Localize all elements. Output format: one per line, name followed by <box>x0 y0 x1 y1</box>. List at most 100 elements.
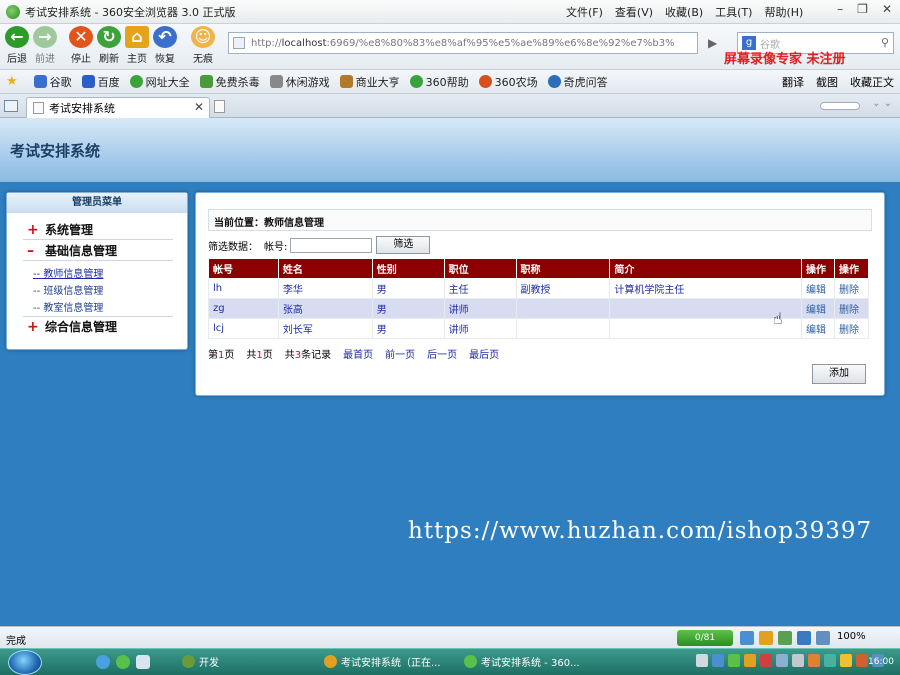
refresh-icon: ↻ <box>97 26 121 48</box>
menu-tools[interactable]: 工具(T) <box>715 4 752 20</box>
delete-link[interactable]: 删除 <box>833 298 870 319</box>
menu-item-teacher-info[interactable]: -- 教师信息管理 <box>33 265 103 280</box>
add-button[interactable]: 添加 <box>812 364 866 384</box>
account-filter-input[interactable] <box>290 237 373 253</box>
expand-plus-icon: + <box>27 221 39 238</box>
fav-hao[interactable]: 网址大全 <box>129 74 190 90</box>
fav-google[interactable]: 谷歌 <box>33 74 72 90</box>
forward-button[interactable]: → 前进 <box>30 26 60 65</box>
tab-scroll-handle[interactable] <box>820 102 860 110</box>
keyboard-icon[interactable] <box>696 654 708 667</box>
download-icon[interactable] <box>740 631 754 645</box>
new-tab-icon[interactable] <box>214 100 225 113</box>
tray-app-icon[interactable] <box>840 654 852 667</box>
fav-qihoo-qa[interactable]: 奇虎问答 <box>547 74 608 90</box>
last-page-link[interactable]: 最后页 <box>469 346 499 361</box>
favorites-star-icon[interactable]: ★ <box>6 74 18 89</box>
refresh-button[interactable]: ↻ 刷新 <box>94 26 124 65</box>
address-bar[interactable]: http://localhost:6969/%e8%80%83%e8%af%95… <box>228 32 698 54</box>
zoom-level[interactable]: 100% <box>837 631 866 642</box>
security-counter-badge[interactable]: 0/81 <box>677 630 733 646</box>
tray-app-icon[interactable] <box>808 654 820 667</box>
current-page: 第1页 <box>208 350 235 361</box>
fav-360farm[interactable]: 360农场 <box>478 74 538 90</box>
cell-position: 主任 <box>443 278 517 299</box>
cell-title <box>515 318 611 339</box>
sound-icon[interactable] <box>816 631 830 645</box>
edit-link[interactable]: 编辑 <box>801 318 835 339</box>
teacher-table: 帐号 姓名 性别 职位 职称 简介 操作 操作 lh 李华 男 主任 副教授 计… <box>208 258 870 339</box>
tray-app-icon[interactable] <box>728 654 740 667</box>
fav-business[interactable]: 商业大亨 <box>339 74 400 90</box>
go-icon[interactable]: ▶ <box>708 36 717 50</box>
menu-item-classroom-info[interactable]: -- 教室信息管理 <box>33 299 103 314</box>
fav-baidu[interactable]: 百度 <box>81 74 120 90</box>
close-window-icon[interactable]: ✕ <box>882 2 892 16</box>
network-icon[interactable] <box>776 654 788 667</box>
minimize-icon[interactable]: – <box>837 2 843 16</box>
menu-view[interactable]: 查看(V) <box>615 4 653 20</box>
browser-toolbar: ← 后退 → 前进 ✕ 停止 ↻ 刷新 ⌂ 主页 ↶ 恢复 ☺ 无痕 http:… <box>0 24 900 70</box>
start-button[interactable] <box>8 650 42 675</box>
translate-button[interactable]: 翻译 <box>782 74 804 90</box>
fav-games[interactable]: 休闲游戏 <box>269 74 330 90</box>
tree-icon <box>182 655 195 668</box>
prev-page-link[interactable]: 前一页 <box>385 346 415 361</box>
home-button[interactable]: ⌂ 主页 <box>122 26 152 65</box>
image-icon[interactable] <box>778 631 792 645</box>
incognito-button[interactable]: ☺ 无痕 <box>188 26 218 65</box>
col-name: 姓名 <box>277 258 373 279</box>
chevron-down-icon[interactable]: ⌄ ⌄ <box>872 98 892 109</box>
tray-app-icon[interactable] <box>712 654 724 667</box>
back-button[interactable]: ← 后退 <box>2 26 32 65</box>
tray-app-icon[interactable] <box>856 654 868 667</box>
tray-app-icon[interactable] <box>744 654 756 667</box>
screenshot-button[interactable]: 截图 <box>816 74 838 90</box>
maximize-icon[interactable]: ❐ <box>857 2 868 16</box>
menu-help[interactable]: 帮助(H) <box>764 4 803 20</box>
table-header-row: 帐号 姓名 性别 职位 职称 简介 操作 操作 <box>208 258 870 279</box>
col-title: 职称 <box>515 258 611 279</box>
menu-group-comprehensive[interactable]: + 综合信息管理 <box>27 318 117 335</box>
fav-antivirus[interactable]: 免费杀毒 <box>199 74 260 90</box>
fav-360help[interactable]: 360帮助 <box>409 74 469 90</box>
window-title: 考试安排系统 - 360安全浏览器 3.0 正式版 <box>25 5 236 19</box>
cloud-icon[interactable] <box>759 631 773 645</box>
volume-icon[interactable] <box>792 654 804 667</box>
tray-app-icon[interactable] <box>760 654 772 667</box>
recorder-watermark: 屏幕录像专家 未注册 <box>724 52 846 67</box>
ie-icon[interactable] <box>96 655 110 669</box>
browser-360-icon[interactable] <box>116 655 130 669</box>
menu-favorites[interactable]: 收藏(B) <box>665 4 703 20</box>
taskbar-task-browser[interactable]: 考试安排系统 - 360... <box>464 654 580 669</box>
filter-button[interactable]: 筛选 <box>376 236 431 254</box>
taskbar-dev-folder[interactable]: 开发 <box>182 654 219 669</box>
tab-exam-system[interactable]: 考试安排系统 ✕ <box>26 97 210 118</box>
menu-group-basic-info[interactable]: – 基础信息管理 <box>27 242 117 259</box>
stop-button[interactable]: ✕ 停止 <box>66 26 96 65</box>
browser-menubar: 文件(F) 查看(V) 收藏(B) 工具(T) 帮助(H) <box>566 0 803 24</box>
first-page-link[interactable]: 最首页 <box>343 346 373 361</box>
next-page-link[interactable]: 后一页 <box>427 346 457 361</box>
menu-item-class-info[interactable]: -- 班级信息管理 <box>33 282 103 297</box>
delete-link[interactable]: 删除 <box>833 278 870 299</box>
monitor-icon[interactable] <box>797 631 811 645</box>
sidebar-toggle-icon[interactable] <box>4 100 18 112</box>
pagination: 第1页 共1页 共3条记录 最首页 前一页 后一页 最后页 <box>208 346 499 361</box>
save-article-button[interactable]: 收藏正文 <box>850 74 894 90</box>
expand-plus-icon: + <box>27 318 39 335</box>
baidu-icon <box>81 75 95 88</box>
tray-app-icon[interactable] <box>824 654 836 667</box>
desktop-icon[interactable] <box>136 655 150 669</box>
delete-link[interactable]: 删除 <box>833 318 870 339</box>
edit-link[interactable]: 编辑 <box>801 298 835 319</box>
cell-name: 刘长军 <box>277 318 373 339</box>
taskbar-task-recorder[interactable]: 考试安排系统（正在... <box>324 654 441 669</box>
menu-file[interactable]: 文件(F) <box>566 4 603 20</box>
restore-button[interactable]: ↶ 恢复 <box>150 26 180 65</box>
edit-link[interactable]: 编辑 <box>801 278 835 299</box>
menu-group-system[interactable]: + 系统管理 <box>27 221 93 238</box>
close-tab-icon[interactable]: ✕ <box>194 100 204 114</box>
system-title: 考试安排系统 <box>10 142 101 160</box>
search-icon[interactable]: ⚲ <box>881 36 889 49</box>
